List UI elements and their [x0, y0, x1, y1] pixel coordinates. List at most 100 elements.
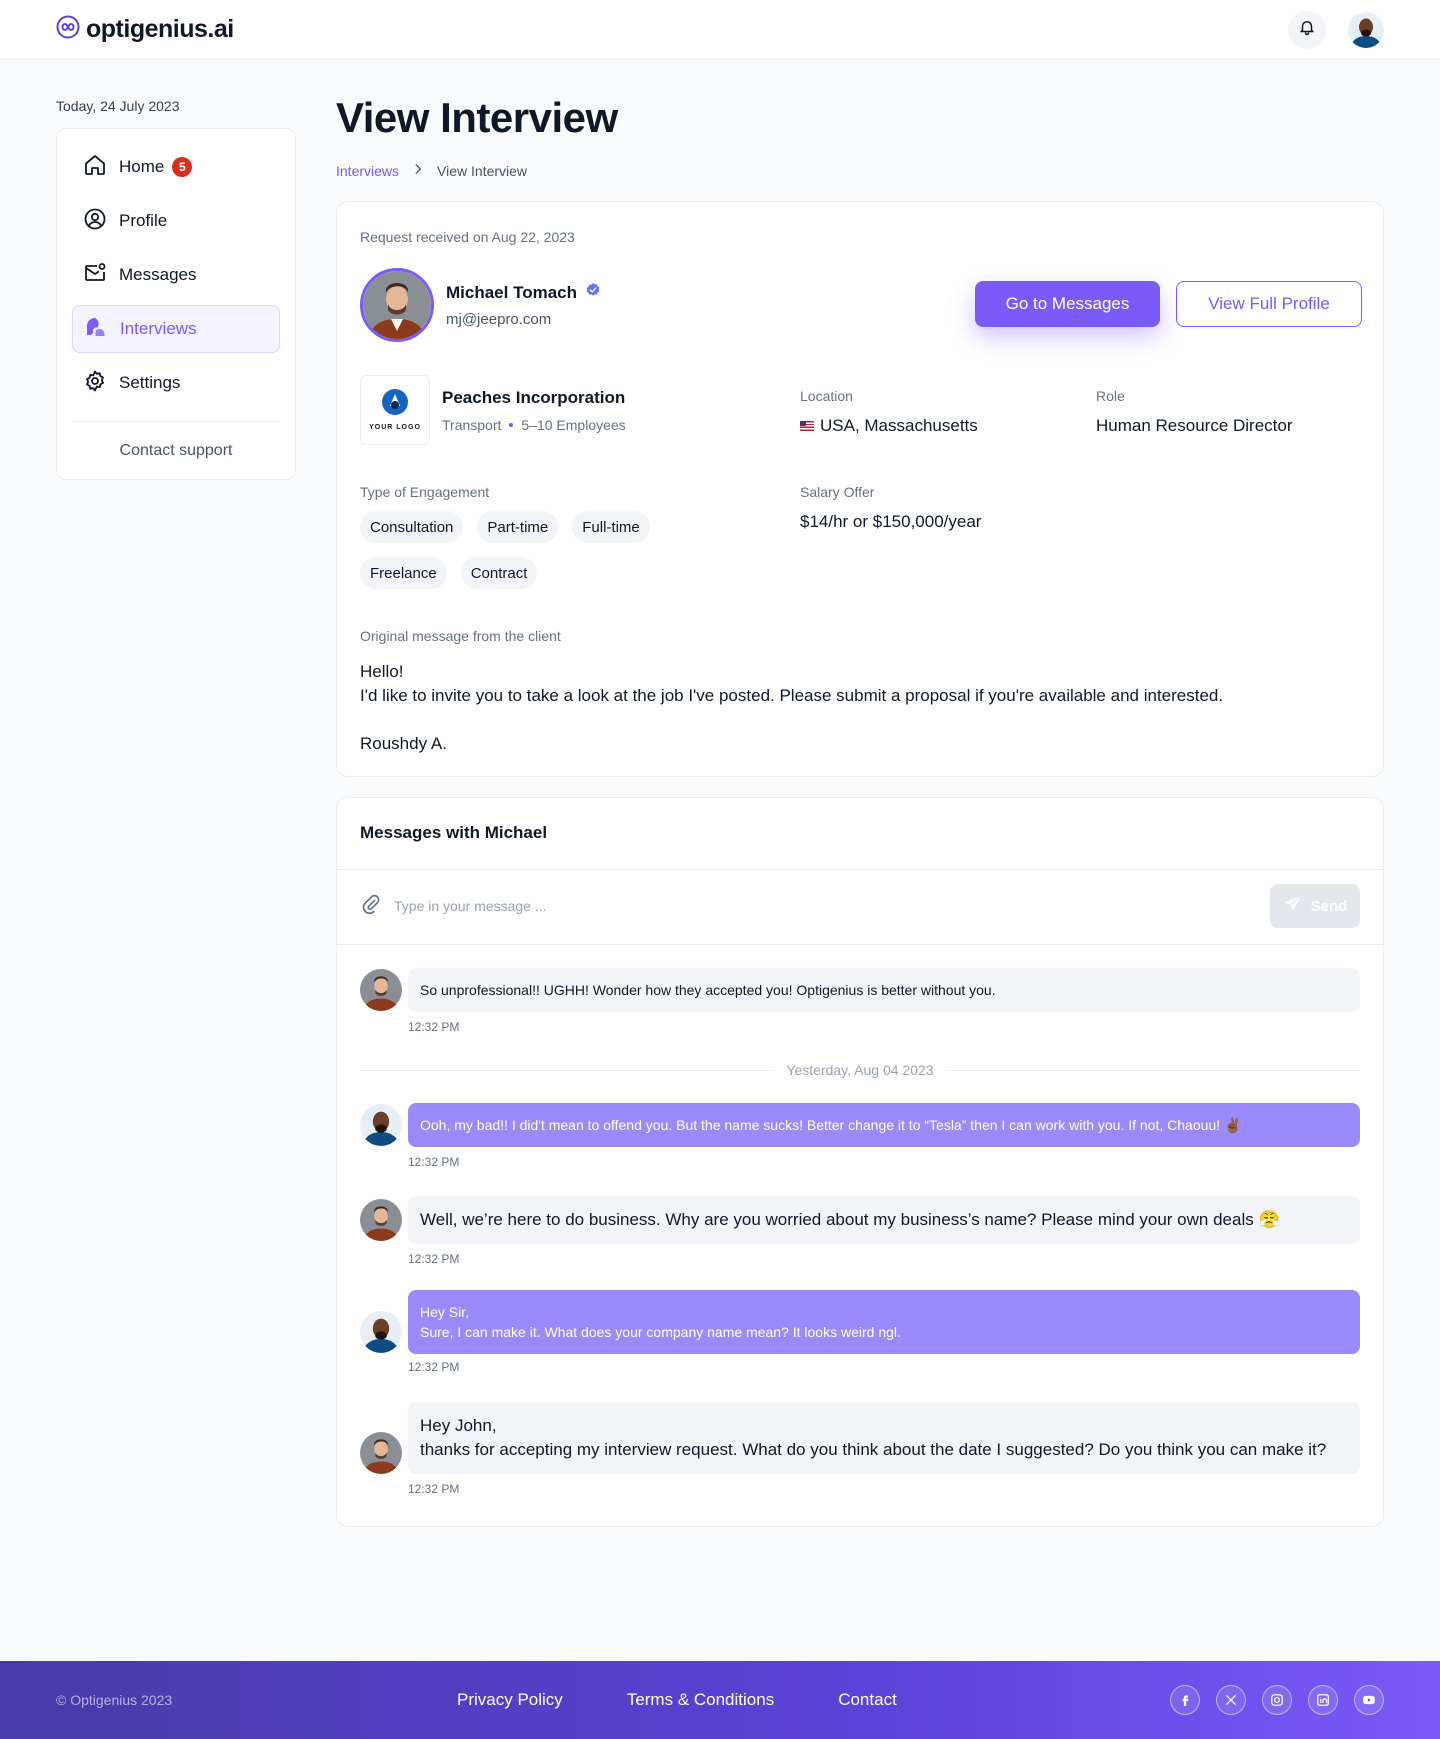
paper-plane-icon: [1283, 894, 1303, 918]
message-text: Well, we’re here to do business. Why are…: [420, 1210, 1280, 1229]
message-item: Well, we’re here to do business. Why are…: [360, 1196, 1360, 1266]
breadcrumb: Interviews View Interview: [336, 162, 527, 179]
message-text: Hey Sir,: [420, 1304, 470, 1320]
sidebar-item-interviews[interactable]: Interviews: [72, 305, 280, 353]
send-button[interactable]: Send: [1270, 884, 1360, 928]
sidebar-item-label: Interviews: [120, 319, 197, 338]
linkedin-icon[interactable]: [1308, 1685, 1338, 1715]
messages-title: Messages with Michael: [360, 823, 548, 842]
brand-logo[interactable]: optigenius.ai: [56, 15, 234, 44]
message-bubble: Hey John, thanks for accepting my interv…: [408, 1402, 1360, 1474]
us-flag-icon: [800, 421, 814, 431]
location-label: Location: [800, 388, 853, 404]
role-field: Role Human Resource Director: [1096, 388, 1293, 436]
breadcrumb-current: View Interview: [437, 162, 528, 179]
company-logo-text: YOUR LOGO: [369, 424, 421, 431]
candidate-email: mj@jeepro.com: [446, 311, 552, 328]
x-icon[interactable]: [1216, 1685, 1246, 1715]
message-item: Hey Sir, Sure, I can make it. What does …: [360, 1290, 1360, 1374]
role-value: Human Resource Director: [1096, 416, 1293, 435]
salary-value: $14/hr or $150,000/year: [800, 512, 982, 531]
view-full-profile-button[interactable]: View Full Profile: [1176, 281, 1362, 327]
message-time: 12:32 PM: [408, 1252, 460, 1266]
message-time: 12:32 PM: [408, 1482, 460, 1496]
engagement-label: Type of Engagement: [360, 484, 490, 500]
michael-avatar: [360, 1432, 402, 1474]
company-size: 5–10 Employees: [521, 416, 626, 433]
message-time: 12:32 PM: [408, 1360, 460, 1374]
youtube-icon[interactable]: [1354, 1685, 1384, 1715]
interview-details-card: Request received on Aug 22, 2023 Michael…: [336, 201, 1384, 777]
message-bubble: Ooh, my bad!! I did't mean to offend you…: [408, 1103, 1360, 1147]
location-value: USA, Massachusetts: [820, 416, 978, 435]
message-text: Sure, I can make it. What does your comp…: [420, 1324, 901, 1340]
sidebar-item-messages[interactable]: Messages: [72, 251, 280, 299]
message-item: Hey John, thanks for accepting my interv…: [360, 1402, 1360, 1496]
brand-name: optigenius.ai: [86, 15, 234, 43]
day-separator: Yesterday, Aug 04 2023: [360, 1062, 1360, 1078]
location-field: Location USA, Massachusetts: [800, 388, 978, 436]
michael-avatar: [360, 969, 402, 1011]
sidebar-item-label: Messages: [119, 265, 197, 284]
message-input[interactable]: Type in your message ...: [394, 898, 1270, 914]
breadcrumb-interviews-link[interactable]: Interviews: [336, 163, 399, 179]
my-avatar: [360, 1104, 402, 1146]
sidebar-item-label: Home: [119, 157, 165, 176]
contact-link[interactable]: Contact: [838, 1690, 897, 1710]
engagement-chip: Part-time: [477, 511, 559, 543]
page-title: View Interview: [336, 94, 618, 141]
my-avatar: [360, 1311, 402, 1353]
send-label: Send: [1310, 897, 1348, 915]
dot-separator: [509, 422, 514, 427]
company-info: YOUR LOGO Peaches Incorporation Transpor…: [360, 375, 626, 445]
sidebar-item-home[interactable]: Home 5: [72, 143, 280, 191]
sidebar-item-label: Profile: [119, 211, 168, 230]
message-item: So unprofessional!! UGHH! Wonder how the…: [360, 968, 1360, 1034]
message-bubble: Well, we’re here to do business. Why are…: [408, 1196, 1360, 1244]
sidebar: Home 5 Profile Messages Interviews Setti…: [56, 128, 296, 480]
go-to-messages-button[interactable]: Go to Messages: [975, 281, 1160, 327]
bell-icon: [1298, 18, 1316, 41]
privacy-policy-link[interactable]: Privacy Policy: [457, 1690, 563, 1710]
today-date: Today, 24 July 2023: [56, 98, 180, 114]
contact-support-link[interactable]: Contact support: [72, 442, 280, 460]
sidebar-item-label: Settings: [119, 373, 181, 392]
message-text: thanks for accepting my interview reques…: [420, 1440, 1327, 1459]
sidebar-divider: [72, 421, 280, 422]
attachment-icon[interactable]: [360, 893, 382, 920]
engagement-chips: Consultation Part-time Full-time Freelan…: [360, 511, 680, 589]
message-greeting: Hello!: [360, 662, 404, 681]
facebook-icon[interactable]: [1170, 1685, 1200, 1715]
sidebar-item-profile[interactable]: Profile: [72, 197, 280, 245]
candidate-profile: Michael Tomach mj@jeepro.com: [360, 268, 601, 342]
engagement-chip: Contract: [460, 557, 538, 589]
notifications-button[interactable]: [1288, 10, 1326, 49]
chevron-right-icon: [411, 162, 425, 179]
user-avatar[interactable]: [1348, 11, 1384, 48]
role-label: Role: [1096, 388, 1125, 404]
message-composer: Type in your message ... Send: [360, 884, 1360, 928]
candidate-avatar[interactable]: [360, 268, 434, 342]
day-separator-label: Yesterday, Aug 04 2023: [786, 1062, 934, 1078]
message-text: Ooh, my bad!! I did't mean to offend you…: [420, 1116, 1242, 1133]
copyright: © Optigenius 2023: [56, 1692, 173, 1708]
sidebar-item-settings[interactable]: Settings: [72, 359, 280, 407]
michael-avatar: [360, 1199, 402, 1241]
footer: © Optigenius 2023 Privacy Policy Terms &…: [0, 1661, 1440, 1739]
mail-icon: [83, 261, 107, 290]
top-header: optigenius.ai: [0, 0, 1440, 60]
interviews-icon: [84, 315, 108, 344]
company-logo: YOUR LOGO: [360, 375, 430, 445]
original-message-label: Original message from the client: [360, 628, 561, 644]
instagram-icon[interactable]: [1262, 1685, 1292, 1715]
salary-label: Salary Offer: [800, 484, 875, 500]
gear-icon: [83, 369, 107, 398]
terms-link[interactable]: Terms & Conditions: [627, 1690, 774, 1710]
engagement-chip: Consultation: [360, 511, 464, 543]
message-bubble: Hey Sir, Sure, I can make it. What does …: [408, 1290, 1360, 1354]
message-signature: Roushdy A.: [360, 734, 447, 753]
infinity-logo-icon: [56, 15, 80, 44]
divider: [337, 869, 1383, 870]
engagement-field: Type of Engagement: [360, 484, 489, 500]
verified-badge-icon: [585, 282, 601, 303]
